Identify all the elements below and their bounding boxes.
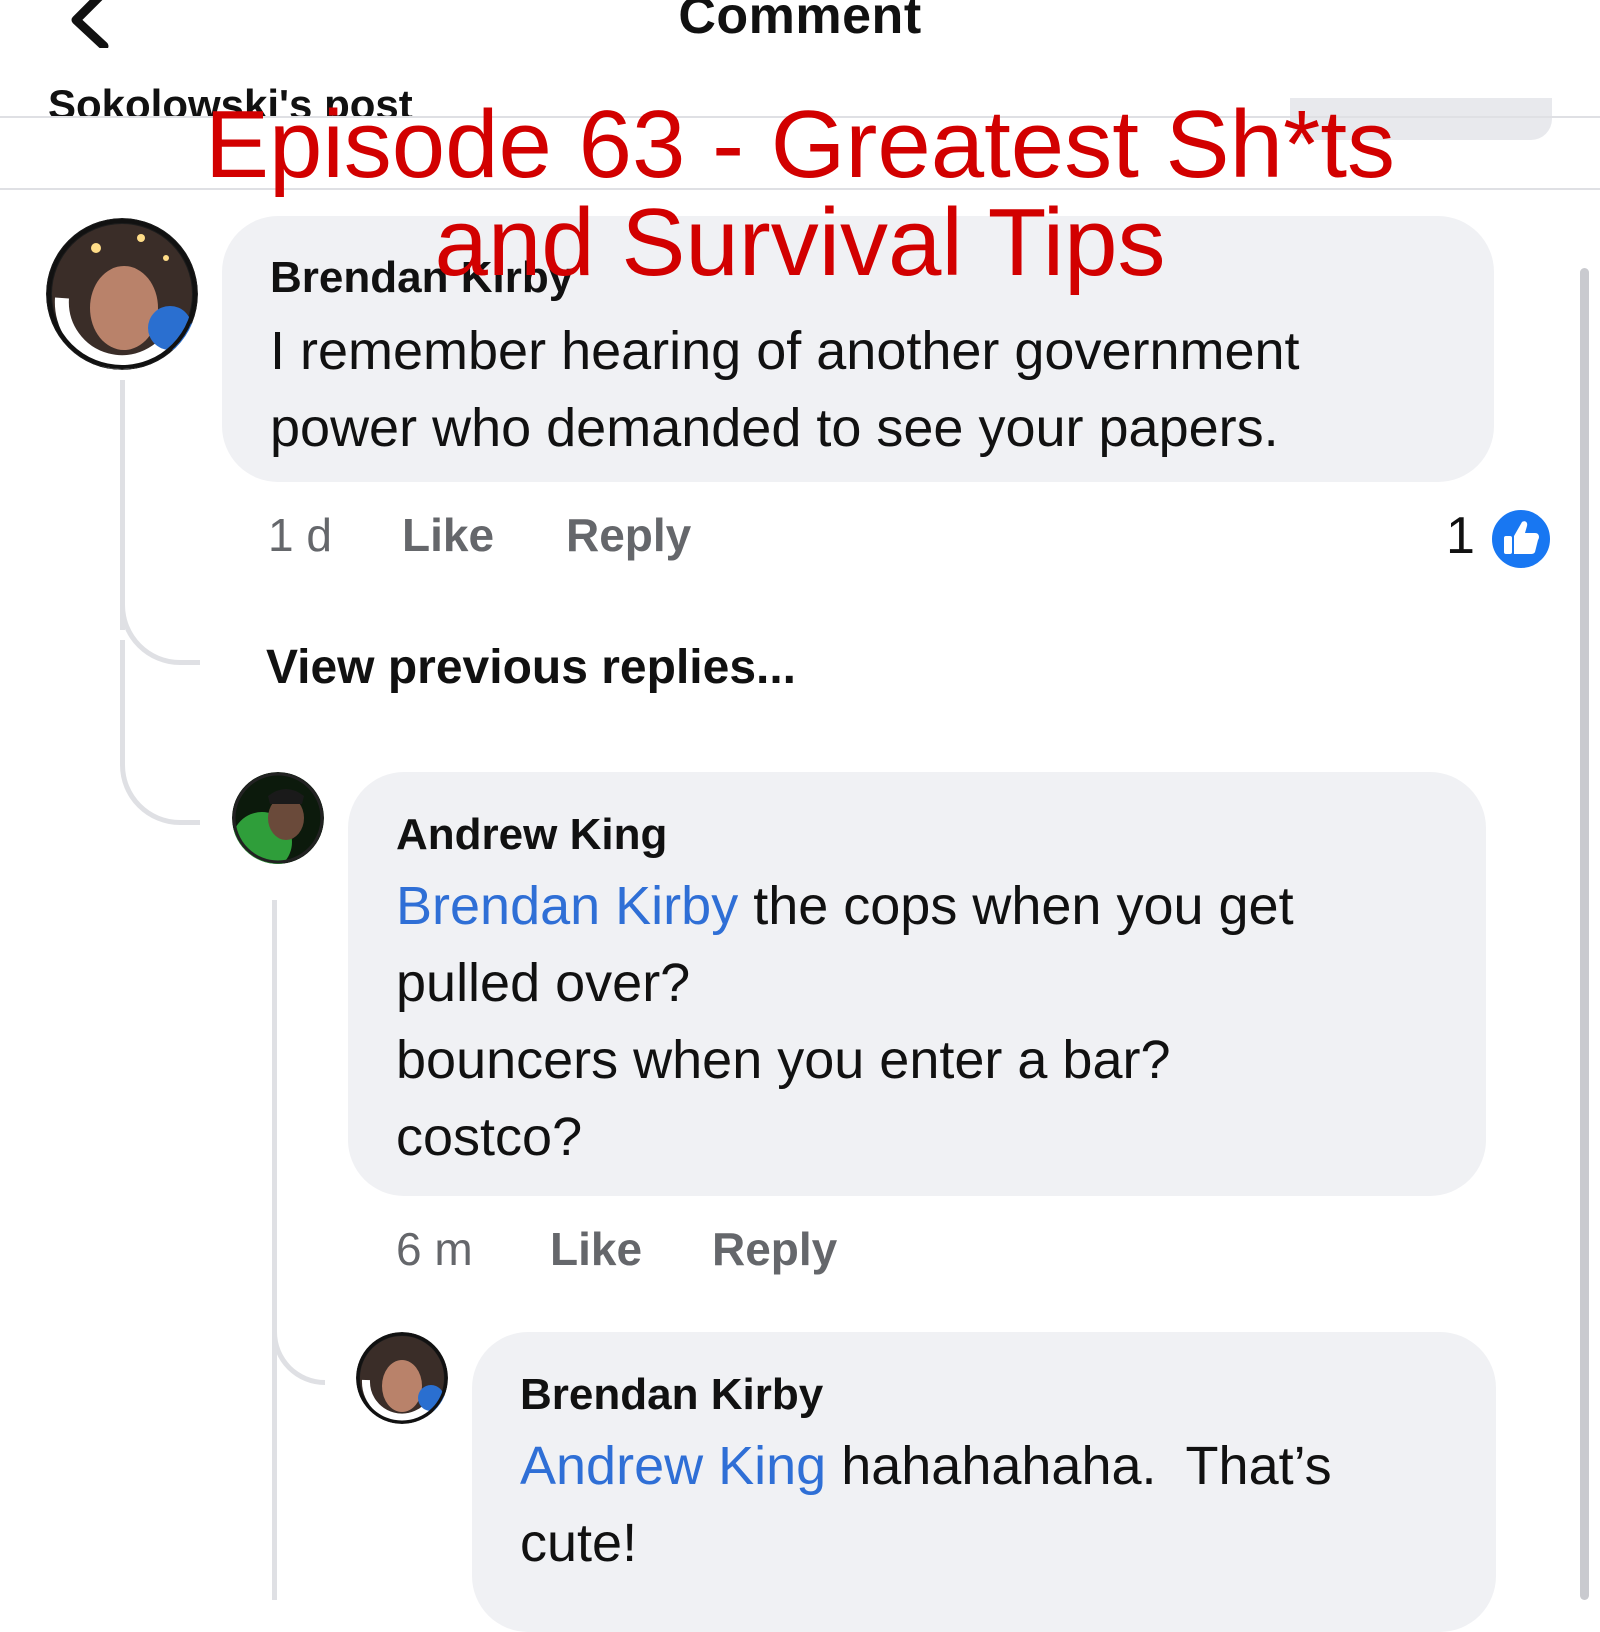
reply-text: pulled over? xyxy=(396,953,691,1013)
reply-author[interactable]: Andrew King xyxy=(396,810,667,860)
like-button[interactable]: Like xyxy=(550,1222,642,1276)
reply-timestamp: 6 m xyxy=(396,1223,473,1275)
mention-link[interactable]: Brendan Kirby xyxy=(396,876,738,936)
thumbs-up-icon[interactable] xyxy=(1490,508,1552,570)
reply-button[interactable]: Reply xyxy=(712,1222,837,1276)
thread-connector xyxy=(120,640,200,825)
mention-link[interactable]: Andrew King xyxy=(520,1436,826,1496)
reply-text: the cops when you get xyxy=(738,876,1294,936)
reply-text: costco? xyxy=(396,1107,583,1167)
scrollbar[interactable] xyxy=(1580,268,1589,1600)
thread-line xyxy=(272,900,277,1600)
view-previous-replies-link[interactable]: View previous replies... xyxy=(266,640,796,695)
comment-text: power who demanded to see your papers. xyxy=(270,398,1279,458)
comment-timestamp: 1 d xyxy=(268,509,332,561)
avatar-brendan-kirby[interactable] xyxy=(356,1332,448,1424)
thread-connector xyxy=(272,1290,325,1385)
comment-text: I remember hearing of another government xyxy=(270,321,1300,381)
like-button[interactable]: Like xyxy=(402,508,494,562)
reply-text-line: Andrew King hahahahaha. That’s xyxy=(520,1428,1332,1505)
reply-author[interactable]: Brendan Kirby xyxy=(520,1370,823,1420)
reply-button[interactable]: Reply xyxy=(566,508,691,562)
page-title: Comment xyxy=(678,0,922,45)
thread-line xyxy=(120,380,125,630)
avatar-andrew-king[interactable] xyxy=(232,772,324,864)
reaction-count[interactable]: 1 xyxy=(1446,506,1475,566)
overlay-title-line: and Survival Tips xyxy=(434,189,1166,296)
overlay-title: Episode 63 - Greatest Sh*ts and Survival… xyxy=(100,96,1500,292)
reply-text: bouncers when you enter a bar? xyxy=(396,1030,1171,1090)
overlay-title-line: Episode 63 - Greatest Sh*ts xyxy=(205,91,1395,198)
reply-text: cute! xyxy=(520,1513,638,1573)
reply-text-line: Brendan Kirby the cops when you get xyxy=(396,868,1294,945)
reply-text: hahahahaha. That’s xyxy=(826,1436,1332,1496)
